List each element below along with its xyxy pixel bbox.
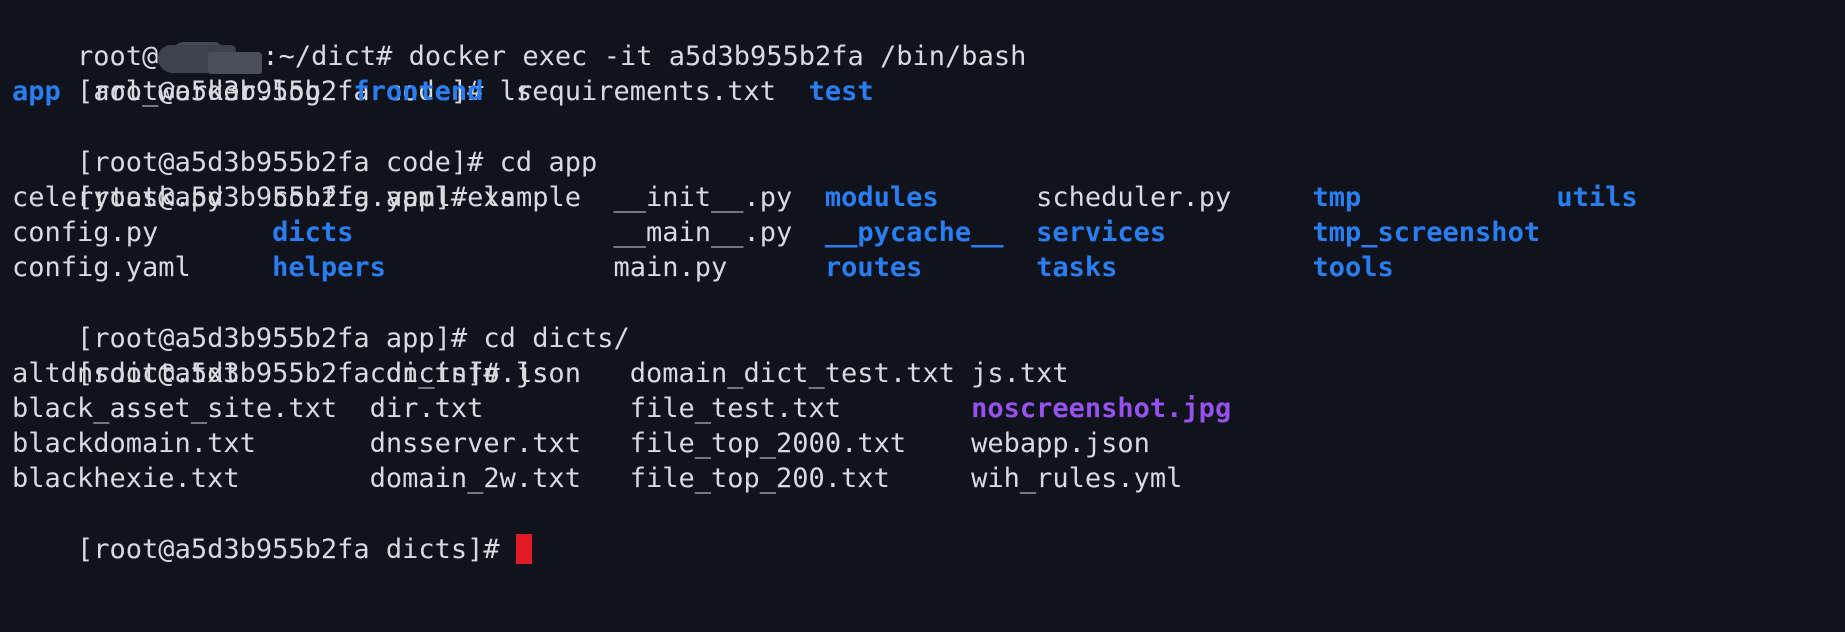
ls-column-gap: [191, 252, 272, 283]
ls-entry-dir: tmp_screenshot: [1312, 217, 1541, 249]
terminal-line-prompt-code-cd: [root@a5d3b955b2fa code]# cd app: [12, 110, 1845, 178]
ls-entry-file: black_asset_site.txt: [12, 393, 338, 425]
ls-column-gap: [337, 393, 370, 424]
ls-entry-dir: utils: [1556, 181, 1638, 213]
ls-entry-file: celerytask.py: [12, 181, 224, 213]
ls-entry-dir: modules: [824, 181, 939, 213]
ls-column-gap: [223, 182, 272, 213]
ls-column-gap: [256, 428, 370, 459]
ls-entry-dir: tools: [1312, 252, 1394, 284]
ls-column-gap: [1540, 217, 1556, 248]
ls-entry-dir: services: [1036, 217, 1167, 249]
ls-column-gap: [581, 428, 630, 459]
ls-column-gap: [240, 463, 370, 494]
terminal-line-prompt-dicts-ls: [root@a5d3b955b2fa dicts]# ls: [12, 321, 1845, 389]
ls-column-gap: [581, 463, 630, 494]
ls-entry-file: config.py: [12, 217, 159, 249]
listing-dicts-row-1: altdnsdict.txt cdn_info.json domain_dict…: [12, 356, 1845, 391]
ls-entry-dir: __pycache__: [824, 217, 1004, 249]
prompt-container-dicts-2: [root@a5d3b955b2fa dicts]#: [77, 533, 516, 565]
ls-entry-dir: dicts: [272, 217, 354, 249]
ls-entry-file: webapp.json: [971, 428, 1150, 460]
ls-column-gap: [792, 217, 825, 248]
ls-column-gap: [240, 358, 370, 389]
ls-entry-dir: app: [12, 76, 61, 108]
ls-entry-file: blackdomain.txt: [12, 428, 256, 460]
ls-column-gap: [841, 393, 971, 424]
terminal-window[interactable]: root@:~/dict# docker exec -it a5d3b955b2…: [0, 0, 1845, 632]
ls-column-gap: [483, 76, 516, 107]
ls-entry-file: js.txt: [971, 357, 1069, 389]
ls-column-gap: [353, 217, 613, 248]
ls-entry-file: domain_2w.txt: [369, 463, 581, 495]
ls-column-gap: [922, 252, 1036, 283]
ls-entry-image: noscreenshot.jpg: [971, 393, 1232, 425]
ls-column-gap: [483, 393, 629, 424]
ls-column-gap: [1231, 182, 1312, 213]
ls-column-gap: [1004, 217, 1037, 248]
ls-column-gap: [792, 182, 825, 213]
ls-entry-file: __init__.py: [613, 181, 793, 213]
ls-column-gap: [776, 76, 809, 107]
listing-dicts-row-3: blackdomain.txt dnsserver.txt file_top_2…: [12, 426, 1845, 461]
ls-column-gap: [158, 217, 272, 248]
ls-entry-file: wih_rules.yml: [971, 463, 1183, 495]
terminal-line-prompt-app-cd: [root@a5d3b955b2fa app]# cd dicts/: [12, 286, 1845, 354]
ls-entry-file: requirements.txt: [515, 76, 777, 108]
ls-column-gap: [1166, 217, 1312, 248]
ls-entry-file: domain_dict_test.txt: [629, 357, 955, 389]
ls-entry-file: __main__.py: [613, 217, 793, 249]
ls-entry-dir: tmp: [1312, 181, 1362, 213]
terminal-line-final-prompt: [root@a5d3b955b2fa dicts]#: [12, 497, 1845, 565]
terminal-line-prompt-app-ls: [root@a5d3b955b2fa app]# ls: [12, 145, 1845, 213]
ls-column-gap: [581, 358, 630, 389]
ls-column-gap: [890, 463, 971, 494]
ls-entry-dir: frontend: [353, 76, 484, 108]
ls-entry-file: dnsserver.txt: [369, 428, 581, 460]
ls-entry-dir: routes: [824, 252, 923, 284]
ls-column-gap: [1117, 252, 1312, 283]
ls-entry-dir: helpers: [272, 252, 386, 284]
terminal-line-prompt-code-ls: [root@a5d3b955b2fa code]# ls: [12, 39, 1845, 107]
ls-column-gap: [906, 428, 971, 459]
text-cursor: [515, 533, 532, 564]
listing-dicts-row-2: black_asset_site.txt dir.txt file_test.t…: [12, 391, 1845, 426]
ls-entry-file: main.py: [613, 252, 728, 284]
ls-column-gap: [581, 182, 614, 213]
ls-entry-file: file_top_200.txt: [629, 463, 890, 495]
ls-column-gap: [1361, 182, 1556, 213]
ls-entry-file: config.yaml.example: [272, 181, 581, 213]
terminal-line-host-prompt: root@:~/dict# docker exec -it a5d3b955b2…: [12, 4, 1845, 75]
listing-app-row-3: config.yaml helpers main.py routes tasks…: [12, 250, 1845, 285]
listing-dicts-row-4: blackhexie.txt domain_2w.txt file_top_20…: [12, 461, 1845, 496]
ls-column-gap: [939, 182, 1037, 213]
ls-entry-dir: tasks: [1036, 252, 1118, 284]
ls-column-gap: [955, 358, 971, 389]
ls-entry-file: file_test.txt: [629, 393, 842, 425]
ls-entry-file: altdnsdict.txt: [12, 357, 240, 389]
ls-entry-file: file_top_2000.txt: [629, 428, 907, 460]
ls-column-gap: [727, 252, 825, 283]
ls-entry-file: dir.txt: [369, 393, 484, 425]
ls-entry-file: arl_worker.log: [93, 76, 321, 108]
ls-column-gap: [386, 252, 614, 283]
ls-column-gap: [1394, 252, 1557, 283]
ls-column-gap: [321, 76, 354, 107]
ls-entry-file: blackhexie.txt: [12, 463, 240, 495]
listing-code-row-1: app arl_worker.log frontend requirements…: [12, 74, 1845, 109]
ls-entry-file: scheduler.py: [1036, 181, 1232, 213]
ls-entry-file: cdn_info.json: [369, 357, 581, 389]
listing-app-row-1: celerytask.py config.yaml.example __init…: [12, 180, 1845, 215]
ls-column-gap: [61, 76, 94, 107]
ls-entry-dir: test: [808, 76, 874, 108]
ls-entry-file: config.yaml: [12, 252, 191, 284]
listing-app-row-2: config.py dicts __main__.py __pycache__ …: [12, 215, 1845, 250]
